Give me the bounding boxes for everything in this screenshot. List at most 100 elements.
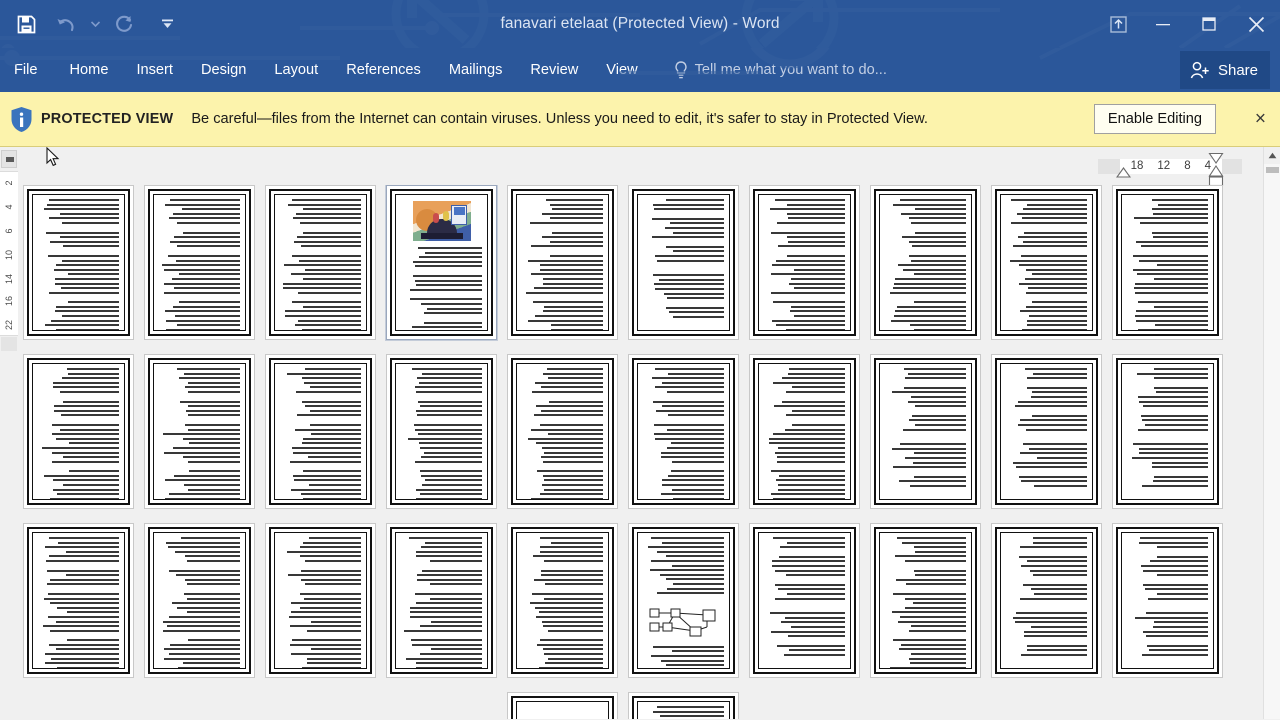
page-thumbnail[interactable] <box>386 523 497 678</box>
tab-file[interactable]: File <box>0 48 56 92</box>
thumbnail-text-line <box>65 550 119 553</box>
page-thumbnail[interactable] <box>749 354 860 509</box>
page-thumbnail[interactable] <box>749 185 860 340</box>
page-thumbnail[interactable] <box>870 523 981 678</box>
page-thumbnail[interactable] <box>628 692 739 719</box>
thumbnail-text-line <box>310 620 361 623</box>
page-thumbnail[interactable] <box>628 185 739 340</box>
page-thumbnail[interactable] <box>265 354 376 509</box>
thumbnail-text-line <box>300 555 361 558</box>
undo-dropdown-button[interactable] <box>86 4 104 44</box>
page-content <box>758 194 851 331</box>
page-thumbnail[interactable] <box>991 185 1102 340</box>
page-thumbnail[interactable] <box>507 185 618 340</box>
page-thumbnail-cell <box>865 523 986 678</box>
ribbon-display-options-button[interactable] <box>1096 2 1140 46</box>
thumbnail-text-line <box>542 474 603 477</box>
page-thumbnail[interactable] <box>1112 523 1223 678</box>
undo-button[interactable] <box>46 4 86 44</box>
thumbnail-text-line <box>908 372 966 375</box>
vertical-ruler[interactable]: 2 4 6 10 14 16 22 <box>0 147 18 719</box>
thumbnail-text-line <box>782 400 845 403</box>
minimize-button[interactable] <box>1140 2 1186 46</box>
page-thumbnail[interactable] <box>870 354 981 509</box>
page-thumbnail[interactable] <box>265 523 376 678</box>
scroll-up-button[interactable] <box>1264 147 1280 164</box>
ruler-tab-selector-button[interactable] <box>1 150 17 168</box>
page-thumbnail-cell <box>744 185 865 340</box>
page-thumbnail[interactable] <box>870 185 981 340</box>
page-border-outer <box>995 527 1098 674</box>
thumbnail-text-line <box>545 199 603 201</box>
tell-me-search[interactable]: Tell me what you want to do... <box>674 61 887 79</box>
page-thumbnail[interactable] <box>23 354 134 509</box>
enable-editing-button[interactable]: Enable Editing <box>1093 104 1216 134</box>
page-thumbnail[interactable] <box>507 523 618 678</box>
vertical-scrollbar[interactable] <box>1263 147 1280 719</box>
tab-layout[interactable]: Layout <box>260 48 332 92</box>
page-thumbnail[interactable] <box>265 185 376 340</box>
thumbnail-text-line <box>175 550 240 553</box>
thumbnail-text-line <box>185 578 240 581</box>
thumbnail-text-line <box>547 657 603 660</box>
page-thumbnail[interactable] <box>386 354 497 509</box>
thumbnail-text-line <box>1019 597 1087 600</box>
tab-references[interactable]: References <box>332 48 435 92</box>
thumbnail-text-line <box>908 400 966 403</box>
thumbnail-text-line <box>414 423 482 426</box>
page-thumbnail[interactable] <box>23 185 134 340</box>
save-button[interactable] <box>6 4 46 44</box>
restore-button[interactable] <box>1186 2 1232 46</box>
thumbnail-text-line <box>774 583 845 586</box>
thumbnail-text-line <box>305 268 361 271</box>
scrollbar-thumb[interactable] <box>1266 166 1279 173</box>
close-button[interactable] <box>1232 2 1280 46</box>
thumbnail-text-line <box>672 488 724 491</box>
tab-design[interactable]: Design <box>187 48 260 92</box>
thumbnail-text-line <box>551 231 603 234</box>
thumbnail-text-line <box>549 203 603 206</box>
page-thumbnail[interactable] <box>507 692 618 719</box>
thumbnail-text-line <box>1137 428 1208 431</box>
thumbnail-text-line <box>1021 564 1087 567</box>
page-thumbnail[interactable] <box>144 354 255 509</box>
page-thumbnail[interactable] <box>991 523 1102 678</box>
dismiss-protected-view-button[interactable]: × <box>1255 110 1266 129</box>
share-button[interactable]: Share <box>1179 51 1270 89</box>
thumbnail-text-line <box>1133 287 1208 290</box>
thumbnail-text-line <box>531 245 603 248</box>
page-thumbnail[interactable] <box>1112 354 1223 509</box>
vruler-number-1: 4 <box>4 204 14 210</box>
tab-mailings[interactable]: Mailings <box>435 48 517 92</box>
page-thumbnail[interactable] <box>628 523 739 678</box>
thumbnail-text-line <box>898 648 966 651</box>
tab-view[interactable]: View <box>592 48 651 92</box>
redo-button[interactable] <box>104 4 144 44</box>
page-thumbnail[interactable] <box>23 523 134 678</box>
thumbnail-text-line <box>528 259 603 262</box>
thumbnail-text-line <box>1012 616 1087 619</box>
page-thumbnail[interactable] <box>144 185 255 340</box>
hanging-indent-marker[interactable] <box>1115 167 1131 179</box>
customize-quick-access-toolbar-button[interactable] <box>150 4 184 44</box>
page-thumbnail[interactable] <box>991 354 1102 509</box>
tab-insert[interactable]: Insert <box>122 48 187 92</box>
thumbnail-text-line <box>60 236 119 239</box>
tab-home[interactable]: Home <box>56 48 123 92</box>
thumbnail-text-line <box>170 199 240 201</box>
page-grid-spacer <box>381 692 502 719</box>
thumbnail-text-line <box>307 657 361 660</box>
page-thumbnail[interactable] <box>1112 185 1223 340</box>
thumbnail-text-line <box>420 653 482 656</box>
page-thumbnail-cell <box>139 523 260 678</box>
page-thumbnail[interactable] <box>386 185 497 340</box>
tab-review[interactable]: Review <box>516 48 592 92</box>
page-thumbnail[interactable] <box>628 354 739 509</box>
page-thumbnail[interactable] <box>749 523 860 678</box>
horizontal-ruler[interactable]: 18 12 8 4 <box>1097 152 1242 187</box>
thumbnail-text-line <box>1156 391 1208 394</box>
thumbnail-text-line <box>309 386 361 389</box>
page-thumbnail[interactable] <box>144 523 255 678</box>
page-thumbnail[interactable] <box>507 354 618 509</box>
thumbnail-text-line <box>890 666 966 668</box>
